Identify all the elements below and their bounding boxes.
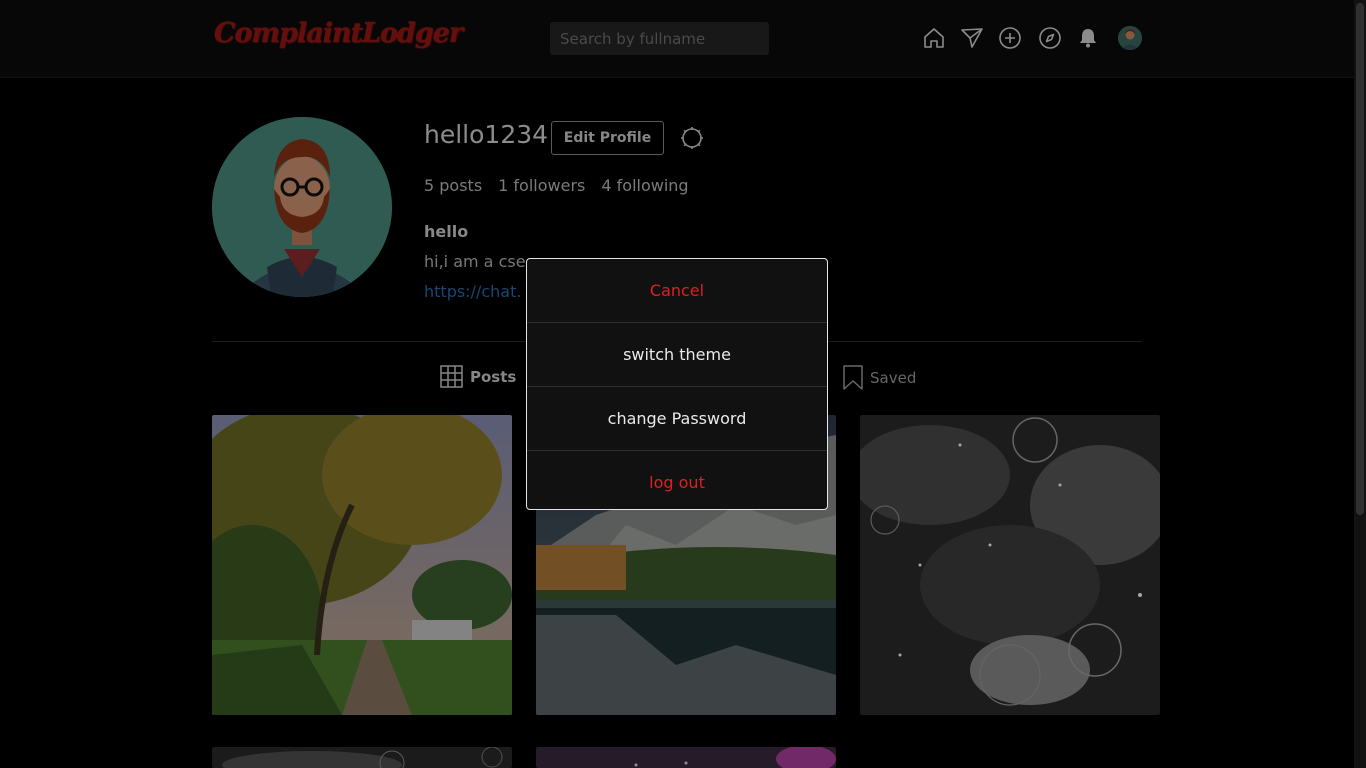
switch-theme-button[interactable]: switch theme bbox=[527, 323, 827, 387]
change-password-button[interactable]: change Password bbox=[527, 387, 827, 451]
settings-modal: Cancel switch theme change Password log … bbox=[526, 258, 828, 510]
logout-button[interactable]: log out bbox=[527, 451, 827, 509]
cancel-button[interactable]: Cancel bbox=[527, 259, 827, 323]
